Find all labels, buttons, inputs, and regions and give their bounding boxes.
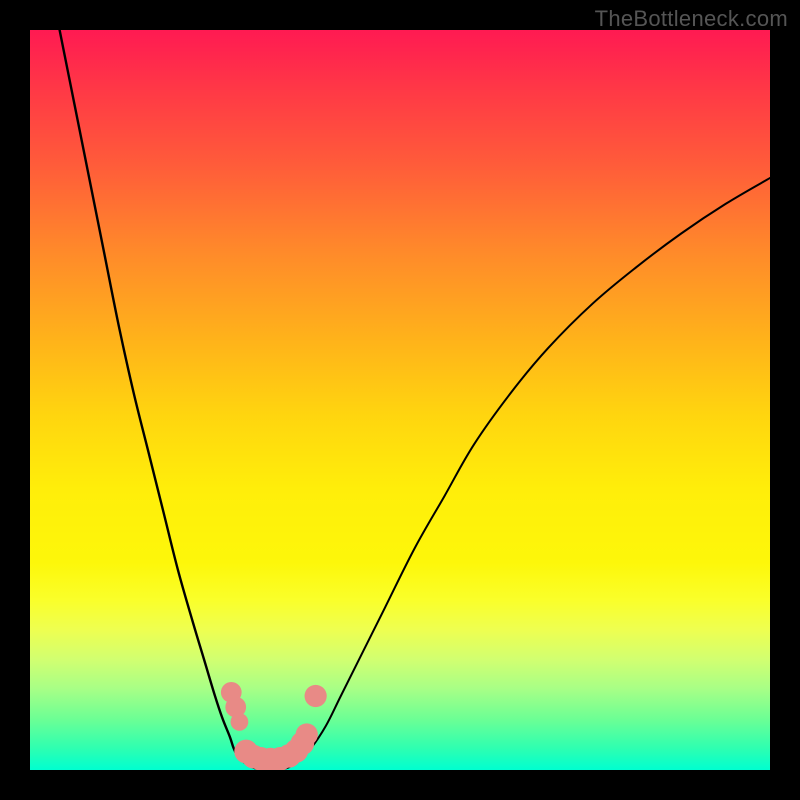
plot-area (30, 30, 770, 770)
chart-frame: TheBottleneck.com (0, 0, 800, 800)
curve-right-branch (296, 178, 770, 763)
curve-left-branch (60, 30, 245, 763)
marker-dot (305, 685, 327, 707)
curve-group (60, 30, 770, 770)
marker-dot (231, 713, 249, 731)
marker-group (221, 682, 327, 770)
watermark-text: TheBottleneck.com (595, 6, 788, 32)
marker-dot (296, 723, 318, 745)
chart-svg (30, 30, 770, 770)
